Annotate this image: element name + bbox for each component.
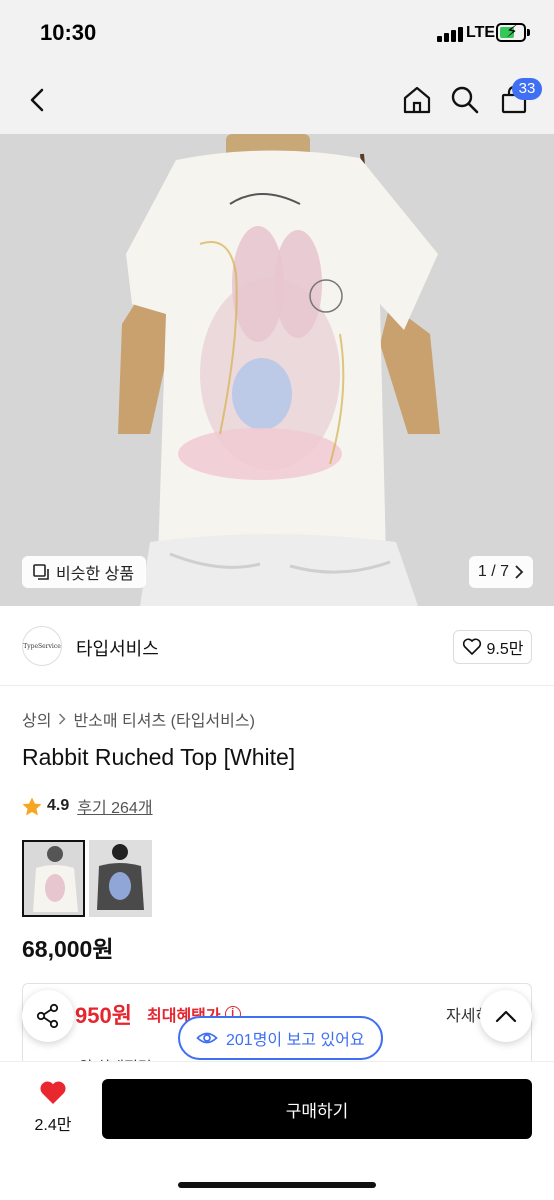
heart-outline-icon xyxy=(462,638,481,655)
search-button[interactable] xyxy=(445,80,485,120)
review-link[interactable]: 후기 264개 xyxy=(77,794,152,818)
breadcrumb-subcategory[interactable]: 반소매 티셔츠 (타입서비스) xyxy=(73,707,254,731)
status-bar: 10:30 LTE ⚡ xyxy=(0,0,554,66)
image-counter-text: 1 / 7 xyxy=(477,563,510,580)
share-icon xyxy=(36,1003,59,1029)
color-option-charcoal[interactable] xyxy=(89,840,152,917)
brand-like-count: 9.5만 xyxy=(486,641,524,658)
product-title: Rabbit Ruched Top [White] xyxy=(22,744,296,770)
signal-icon xyxy=(437,26,463,42)
live-viewers-pill: 201명이 보고 있어요 xyxy=(178,1016,383,1060)
brand-row: TypeService 타입서비스 9.5만 xyxy=(0,606,554,686)
bottom-action-bar: 2.4만 구매하기 xyxy=(0,1062,554,1200)
home-icon xyxy=(403,86,431,114)
eye-icon xyxy=(196,1032,218,1044)
back-button[interactable] xyxy=(18,80,58,120)
live-viewers-text: 201명이 보고 있어요 xyxy=(226,1032,365,1049)
similar-products-label: 비슷한 상품 xyxy=(56,566,135,583)
share-button[interactable] xyxy=(22,990,74,1042)
chevron-right-icon xyxy=(515,565,524,579)
battery-icon: ⚡ xyxy=(496,22,530,42)
buy-button[interactable]: 구매하기 xyxy=(102,1079,532,1139)
breadcrumb-category[interactable]: 상의 xyxy=(22,707,51,731)
star-icon xyxy=(22,797,42,815)
home-indicator xyxy=(178,1182,376,1188)
thumbnail-image xyxy=(24,842,83,915)
back-icon xyxy=(30,88,44,112)
brand-logo[interactable]: TypeService xyxy=(22,626,62,666)
nav-bar: 33 xyxy=(0,66,554,134)
rating-value: 4.9 xyxy=(47,797,70,814)
status-time: 10:30 xyxy=(40,20,97,45)
breadcrumb: 상의 반소매 티셔츠 (타입서비스) xyxy=(22,707,255,731)
scroll-top-button[interactable] xyxy=(480,990,532,1042)
search-icon xyxy=(451,86,479,114)
rating-row: 4.9 후기 264개 xyxy=(22,794,153,818)
product-image xyxy=(0,134,554,606)
wishlist-count: 2.4만 xyxy=(34,1117,72,1134)
product-price: 68,000원 xyxy=(22,936,114,962)
brand-name[interactable]: 타입서비스 xyxy=(76,635,159,661)
brand-like-button[interactable]: 9.5만 xyxy=(453,630,532,664)
thumbnail-image xyxy=(89,840,152,917)
cart-count-badge: 33 xyxy=(512,78,542,100)
wishlist-button[interactable]: 2.4만 xyxy=(30,1080,76,1135)
network-type: LTE xyxy=(466,24,496,41)
color-option-white[interactable] xyxy=(22,840,85,917)
max-benefit-price: 950원 xyxy=(75,1003,132,1028)
heart-filled-icon xyxy=(40,1081,66,1104)
image-counter[interactable]: 1 / 7 xyxy=(469,556,533,588)
chevron-up-icon xyxy=(495,1010,517,1023)
similar-icon xyxy=(33,564,49,580)
similar-products-button[interactable]: 비슷한 상품 xyxy=(22,556,147,588)
product-image-carousel[interactable]: 비슷한 상품 1 / 7 xyxy=(0,134,554,606)
chevron-right-icon xyxy=(59,713,67,725)
home-button[interactable] xyxy=(397,80,437,120)
